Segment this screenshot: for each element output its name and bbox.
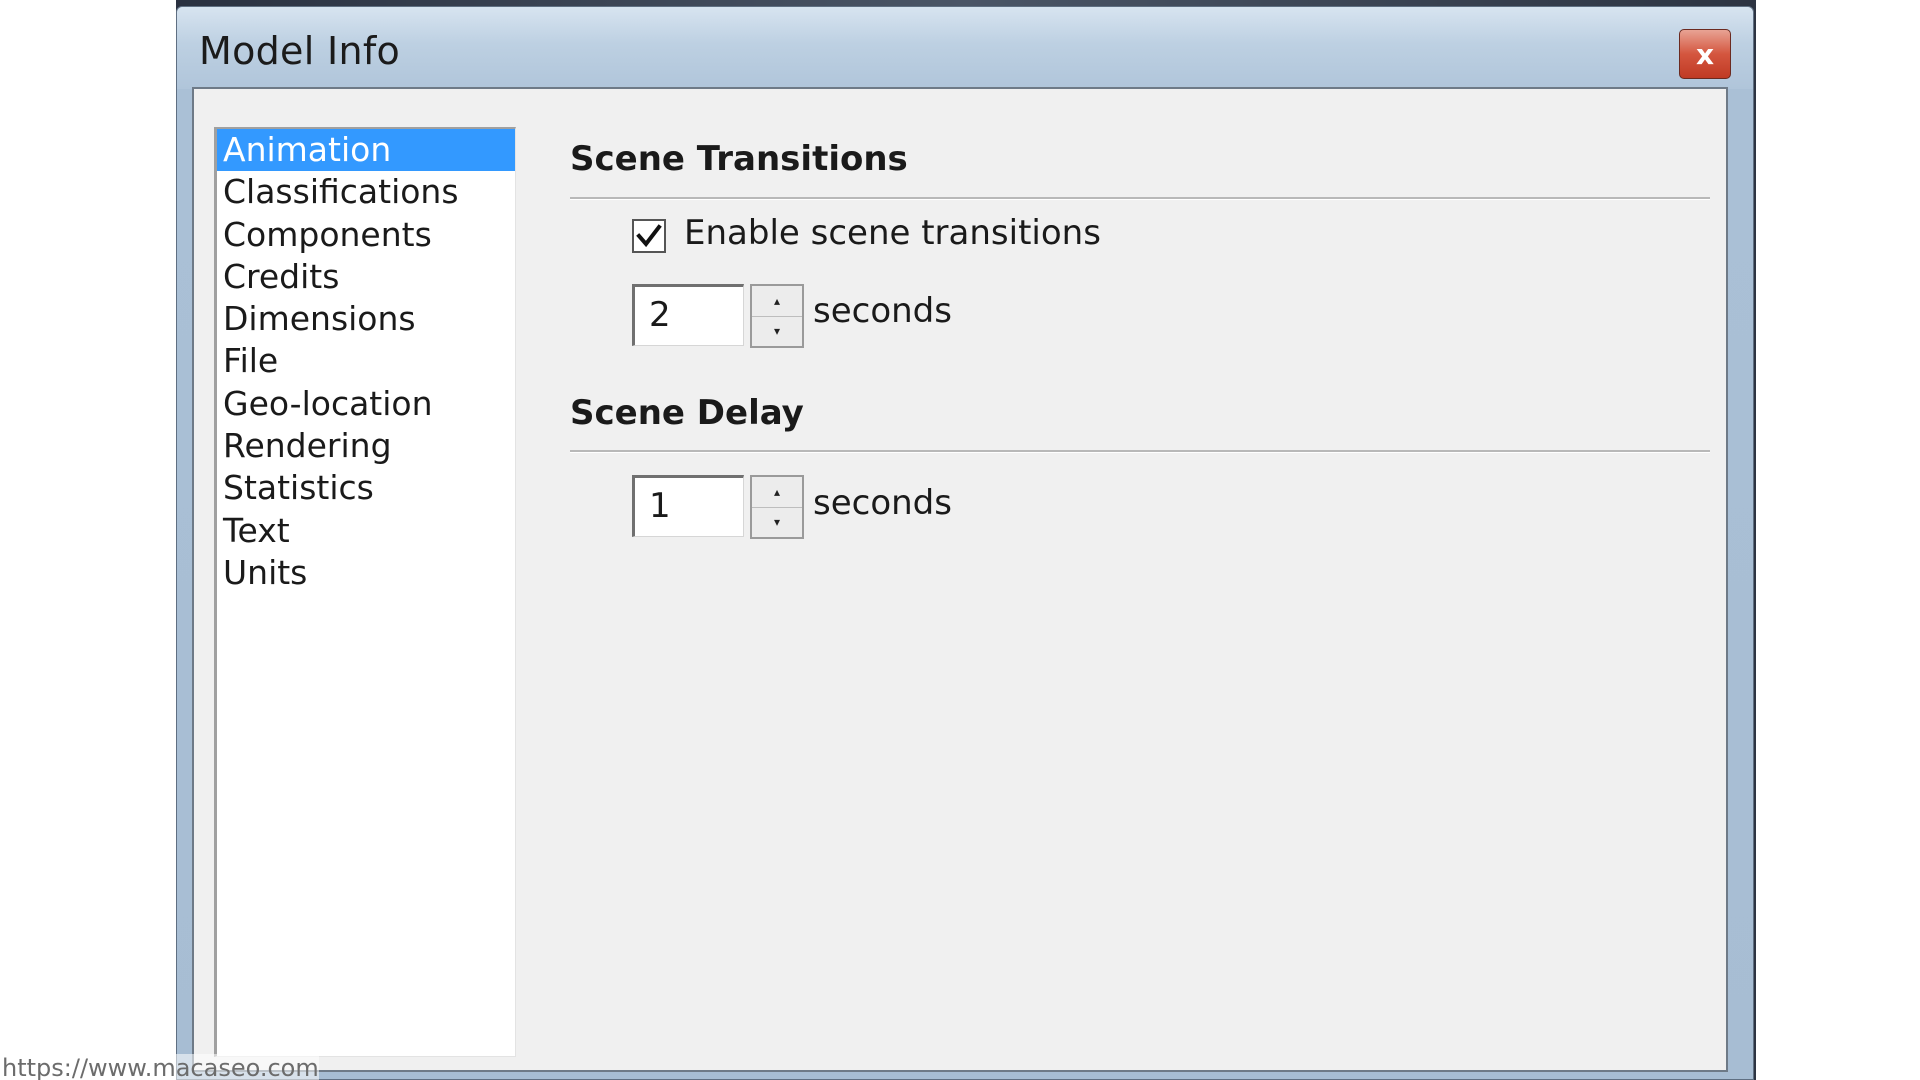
dialog-content: Animation Classifications Components Cre… (192, 87, 1728, 1072)
category-item-rendering[interactable]: Rendering (217, 425, 515, 467)
category-item-statistics[interactable]: Statistics (217, 467, 515, 509)
scene-transitions-heading: Scene Transitions (570, 139, 908, 179)
scene-delay-input[interactable]: 1 (632, 475, 744, 537)
animation-settings-panel: Scene Transitions Enable scene transitio… (570, 89, 1710, 1049)
category-item-dimensions[interactable]: Dimensions (217, 298, 515, 340)
window-title: Model Info (199, 29, 401, 73)
transition-duration-input[interactable]: 2 (632, 284, 744, 346)
section-divider (570, 197, 1710, 200)
spin-up-arrow-icon[interactable]: ▴ (752, 286, 802, 317)
spin-down-arrow-icon[interactable]: ▾ (752, 316, 802, 346)
scene-delay-spinner[interactable]: ▴ ▾ (750, 475, 804, 539)
section-divider (570, 450, 1710, 453)
close-icon: x (1695, 37, 1715, 71)
transition-duration-spinner[interactable]: ▴ ▾ (750, 284, 804, 348)
enable-scene-transitions-checkbox[interactable] (632, 219, 666, 253)
checkmark-icon (636, 224, 662, 248)
spin-up-arrow-icon[interactable]: ▴ (752, 477, 802, 508)
scene-delay-heading: Scene Delay (570, 393, 804, 433)
category-item-file[interactable]: File (217, 340, 515, 382)
screen: Model Info x Animation Classifications C… (0, 0, 1920, 1080)
category-item-components[interactable]: Components (217, 214, 515, 256)
watermark-url: https://www.macaseo.com (2, 1054, 319, 1080)
close-button[interactable]: x (1679, 29, 1731, 79)
transition-seconds-label: seconds (813, 291, 952, 331)
delay-seconds-label: seconds (813, 483, 952, 523)
category-item-credits[interactable]: Credits (217, 256, 515, 298)
category-item-animation[interactable]: Animation (217, 129, 515, 172)
category-item-text[interactable]: Text (217, 510, 515, 552)
category-item-geo-location[interactable]: Geo-location (217, 383, 515, 425)
enable-scene-transitions-label[interactable]: Enable scene transitions (684, 213, 1101, 253)
category-item-classifications[interactable]: Classifications (217, 171, 515, 213)
category-list[interactable]: Animation Classifications Components Cre… (214, 127, 516, 1057)
title-bar[interactable]: Model Info x (177, 7, 1753, 89)
model-info-dialog: Model Info x Animation Classifications C… (176, 6, 1754, 1080)
spin-down-arrow-icon[interactable]: ▾ (752, 507, 802, 537)
category-item-units[interactable]: Units (217, 552, 515, 594)
